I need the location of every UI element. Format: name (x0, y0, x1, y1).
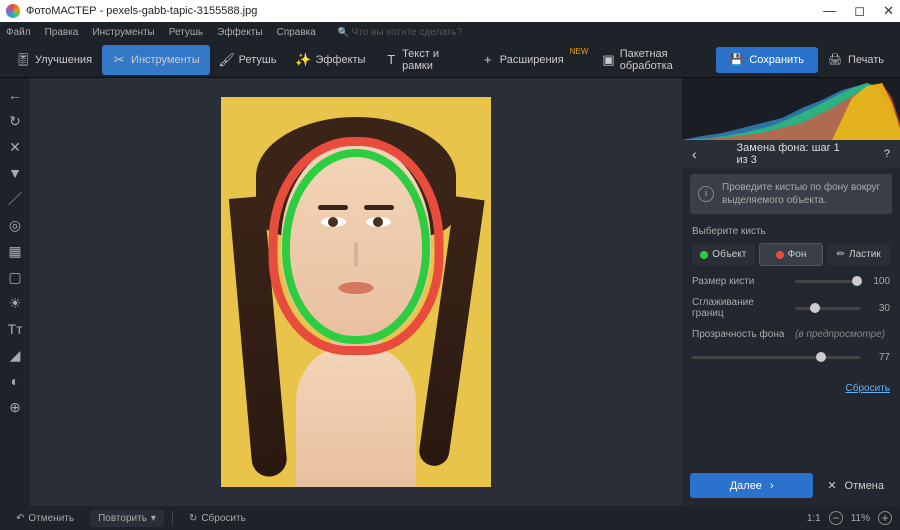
zoom-out-button[interactable]: − (829, 511, 843, 525)
canvas-area[interactable] (30, 78, 682, 506)
undo-button[interactable]: ↶Отменить (8, 510, 82, 527)
close-icon[interactable]: ✕ (883, 3, 894, 19)
green-dot-icon (700, 251, 708, 259)
save-icon: 💾 (730, 53, 744, 66)
fill-icon[interactable]: ◢ (6, 346, 24, 364)
blur-icon[interactable]: ◐ (6, 372, 24, 390)
redo-button[interactable]: Повторить▾ (90, 510, 164, 527)
window-title: ФотоМАСТЕР - pexels-gabb-tapic-3155588.j… (26, 5, 257, 17)
chevron-down-icon: ▾ (151, 513, 156, 524)
histogram (682, 78, 900, 140)
tab-extensions[interactable]: +Расширения (471, 45, 574, 75)
menu-tools[interactable]: Инструменты (92, 27, 154, 38)
titlebar: ФотоМАСТЕР - pexels-gabb-tapic-3155588.j… (0, 0, 900, 22)
wand-icon: ✨ (296, 53, 310, 67)
sun-icon[interactable]: ☀ (6, 294, 24, 312)
left-toolbar: ← ↻ ✕ ▼ ／ ◎ ▦ ▢ ☀ Tᴛ ◢ ◐ ⊕ (0, 78, 30, 506)
brush-icon: 🖌 (220, 53, 234, 67)
info-icon: i (698, 186, 714, 202)
eraser-icon: ✏ (837, 249, 845, 260)
brush-size-slider[interactable] (795, 280, 860, 283)
heal-icon[interactable]: ✕ (6, 138, 24, 156)
save-button[interactable]: 💾Сохранить (716, 47, 818, 73)
cancel-button[interactable]: ✕Отмена (819, 473, 892, 498)
radial-icon[interactable]: ◎ (6, 216, 24, 234)
opacity-note: (в предпросмотре) (795, 329, 885, 340)
back-icon[interactable]: ← (6, 86, 24, 104)
undo-icon: ↶ (16, 513, 24, 524)
menu-edit[interactable]: Правка (45, 27, 79, 38)
crop-icon: ✂ (112, 53, 126, 67)
tab-effects[interactable]: ✨Эффекты (286, 45, 375, 75)
menu-effects[interactable]: Эффекты (217, 27, 262, 38)
panel-title: Замена фона: шаг 1 из 3 (737, 142, 846, 166)
reset-link[interactable]: Сбросить (682, 379, 900, 404)
print-button[interactable]: 🖨Печать (818, 49, 894, 70)
tab-tools[interactable]: ✂Инструменты (102, 45, 210, 75)
menu-retouch[interactable]: Ретушь (169, 27, 203, 38)
text-icon: T (385, 53, 397, 67)
stack-icon: ▣ (602, 53, 614, 67)
image-canvas[interactable] (221, 97, 491, 487)
print-icon: 🖨 (828, 53, 842, 66)
maximize-icon[interactable]: ◻ (854, 3, 865, 19)
brush-tab-bg[interactable]: Фон (759, 243, 824, 266)
sliders-icon: 🎚 (16, 53, 30, 67)
reset-icon: ↻ (189, 513, 197, 524)
help-icon[interactable]: ? (884, 148, 890, 160)
globe-icon[interactable]: ⊕ (6, 398, 24, 416)
brush-tab-eraser[interactable]: ✏Ластик (827, 243, 890, 266)
red-dot-icon (776, 251, 784, 259)
reset-button[interactable]: ↻Сбросить (181, 510, 254, 527)
main-toolbar: 🎚Улучшения ✂Инструменты 🖌Ретушь ✨Эффекты… (0, 42, 900, 78)
plus-icon: + (481, 53, 495, 67)
tab-enhance[interactable]: 🎚Улучшения (6, 45, 102, 75)
panel-header: ‹ Замена фона: шаг 1 из 3 ? (682, 140, 900, 168)
chevron-right-icon: › (770, 480, 774, 492)
next-button[interactable]: Далее› (690, 473, 813, 498)
text-tool-icon[interactable]: Tᴛ (6, 320, 24, 338)
right-panel: ‹ Замена фона: шаг 1 из 3 ? i Проведите … (682, 78, 900, 506)
opacity-label: Прозрачность фона (692, 329, 787, 340)
close-small-icon: ✕ (827, 479, 836, 492)
tab-retouch[interactable]: 🖌Ретушь (210, 45, 287, 75)
ratio-button[interactable]: 1:1 (807, 513, 821, 524)
panel-back-icon[interactable]: ‹ (692, 146, 697, 162)
smooth-value: 30 (868, 303, 890, 314)
new-badge: NEW (570, 47, 589, 56)
hint-box: i Проведите кистью по фону вокруг выделя… (690, 174, 892, 214)
tab-batch[interactable]: ▣Пакетная обработка (592, 45, 715, 75)
brush-size-value: 100 (868, 276, 890, 287)
tab-text[interactable]: TТекст и рамки (375, 45, 470, 75)
zoom-in-button[interactable]: + (878, 511, 892, 525)
grid-icon[interactable]: ▦ (6, 242, 24, 260)
opacity-slider[interactable] (692, 356, 860, 359)
opacity-value: 77 (868, 352, 890, 363)
menu-file[interactable]: Файл (6, 27, 31, 38)
smooth-slider[interactable] (795, 307, 860, 310)
minimize-icon[interactable]: — (823, 3, 836, 19)
menu-help[interactable]: Справка (277, 27, 316, 38)
zoom-value: 11% (851, 513, 870, 524)
vignette-icon[interactable]: ▢ (6, 268, 24, 286)
brush-size-label: Размер кисти (692, 276, 787, 287)
menubar: Файл Правка Инструменты Ретушь Эффекты С… (0, 22, 900, 42)
smooth-label: Сглаживание границ (692, 297, 787, 319)
menu-search[interactable]: Что вы хотите сделать? (338, 27, 462, 38)
rotate-icon[interactable]: ↻ (6, 112, 24, 130)
app-logo-icon (6, 4, 20, 18)
bottom-bar: ↶Отменить Повторить▾ ↻Сбросить 1:1 − 11%… (0, 506, 900, 530)
brush-section-label: Выберите кисть (692, 226, 890, 237)
paint-icon[interactable]: ／ (6, 190, 24, 208)
stamp-icon[interactable]: ▼ (6, 164, 24, 182)
brush-tab-object[interactable]: Объект (692, 243, 755, 266)
